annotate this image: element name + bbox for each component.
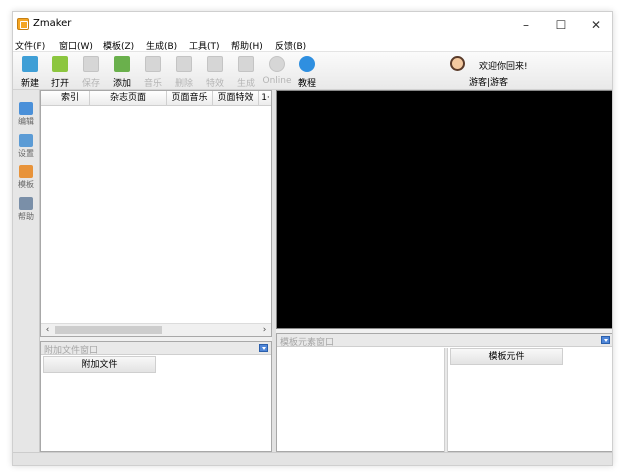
music-icon [145,56,161,72]
menu-template[interactable]: 模板(Z) [103,39,134,52]
menu-window[interactable]: 窗口(W) [59,39,93,52]
scroll-left-icon[interactable]: ‹ [41,324,54,336]
add-button[interactable]: 添加 [107,54,137,89]
status-bar [13,452,612,465]
save-icon [83,56,99,72]
template-panel-titlebar: 模板元素窗口 [277,334,612,348]
column-magazine-page[interactable]: 杂志页面 [90,91,167,106]
column-page-music[interactable]: 页面音乐 [167,91,213,106]
title-bar: Zmaker – ☐ ✕ [13,12,612,37]
menu-file[interactable]: 文件(F) [15,39,45,52]
user-avatar-icon [450,56,465,71]
attach-panel-title: 附加文件窗口 [44,346,99,356]
effects-icon [207,56,223,72]
menu-build[interactable]: 生成(B) [146,39,177,52]
help-doc-icon [19,197,33,210]
open-button[interactable]: 打开 [45,54,75,89]
sidebar-item-template[interactable]: 模板 [15,165,37,191]
settings-icon [19,134,33,147]
toolbar: 新建 打开 保存 添加 音乐 删除 特效 生成 Online 教程 欢迎你回来!… [13,52,612,90]
tutorial-label: 教程 [297,79,316,89]
tutorial-button[interactable]: 教程 [292,54,322,89]
attach-panel-titlebar: 附加文件窗口 [41,342,271,356]
sidebar-item-help[interactable]: 帮助 [15,197,37,223]
user-account-link[interactable]: 游客|游客 [469,75,508,88]
menu-bar: 文件(F) 窗口(W) 模板(Z) 生成(B) 工具(T) 帮助(H) 反馈(B… [13,37,612,52]
close-button[interactable]: ✕ [579,12,612,37]
sidebar-item-edit[interactable]: 编辑 [15,102,37,128]
online-icon [269,56,285,72]
attach-file-column[interactable]: 附加文件 [43,356,156,373]
window-title: Zmaker [33,18,72,29]
scroll-right-icon[interactable]: › [258,324,271,336]
template-panel-splitter[interactable] [444,348,448,453]
attach-panel-dropdown-icon[interactable] [259,344,268,352]
column-extra[interactable]: 1· [259,91,272,106]
horizontal-scrollbar[interactable]: ‹ › [41,323,271,336]
template-panel-dropdown-icon[interactable] [601,336,610,344]
music-button[interactable]: 音乐 [138,54,168,89]
delete-button[interactable]: 删除 [169,54,199,89]
template-element-column[interactable]: 模板元件 [450,348,563,365]
edit-icon [19,102,33,115]
build-button[interactable]: 生成 [231,54,261,89]
add-page-icon [114,56,130,72]
page-list-panel[interactable]: 索引 杂志页面 页面音乐 页面特效 1· ‹ › [40,90,272,337]
welcome-text: 欢迎你回来! [479,62,528,72]
sidebar-item-settings[interactable]: 设置 [15,134,37,160]
effects-button[interactable]: 特效 [200,54,230,89]
sidebar-label-help: 帮助 [18,212,34,221]
left-sidebar: 编辑 设置 模板 帮助 [13,90,40,452]
sidebar-label-edit: 编辑 [18,117,34,126]
sidebar-label-settings: 设置 [18,149,34,158]
column-page-effects[interactable]: 页面特效 [213,91,259,106]
sidebar-label-template: 模板 [18,180,34,189]
template-panel-title: 模板元素窗口 [280,338,335,348]
maximize-button[interactable]: ☐ [544,12,578,37]
new-file-icon [22,56,38,72]
build-icon [238,56,254,72]
menu-tools[interactable]: 工具(T) [189,39,220,52]
help-icon [299,56,315,72]
app-window: Zmaker – ☐ ✕ 文件(F) 窗口(W) 模板(Z) 生成(B) 工具(… [12,11,613,466]
delete-icon [176,56,192,72]
scroll-thumb[interactable] [55,326,162,334]
menu-help[interactable]: 帮助(H) [231,39,263,52]
minimize-button[interactable]: – [509,12,543,37]
save-button[interactable]: 保存 [76,54,106,89]
template-icon [19,165,33,178]
page-list-header: 索引 杂志页面 页面音乐 页面特效 1· [41,91,271,106]
menu-feedback[interactable]: 反馈(B) [275,39,306,52]
preview-area[interactable] [276,90,612,329]
app-logo-icon [17,18,29,30]
open-folder-icon [52,56,68,72]
template-element-panel: 模板元素窗口 模板元件 [276,333,612,453]
attach-file-panel: 附加文件窗口 附加文件 [40,341,272,452]
column-index[interactable]: 索引 [51,91,90,106]
